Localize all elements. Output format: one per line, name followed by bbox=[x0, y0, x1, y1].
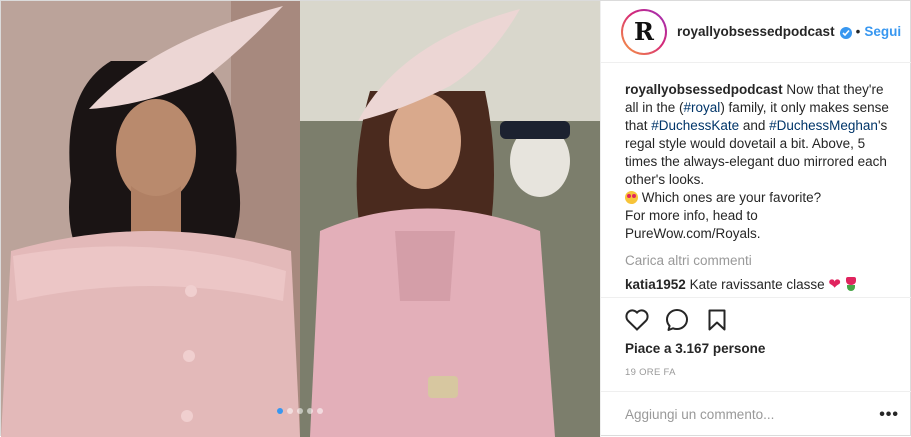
avatar[interactable]: R bbox=[621, 8, 667, 55]
comments-section: royallyobsessedpodcast Now that they're … bbox=[601, 63, 911, 291]
carousel-dot[interactable] bbox=[287, 408, 293, 414]
more-options-icon[interactable]: ••• bbox=[879, 406, 899, 424]
carousel-dot[interactable] bbox=[297, 408, 303, 414]
bookmark-icon[interactable] bbox=[703, 306, 731, 334]
follow-button[interactable]: Segui bbox=[864, 24, 901, 39]
likes-count[interactable]: Piace a 3.167 persone bbox=[625, 341, 765, 356]
hashtag-link[interactable]: #royal bbox=[684, 100, 721, 115]
post-sidebar: R royallyobsessedpodcast • Segui royally… bbox=[600, 1, 911, 437]
carousel-dot[interactable] bbox=[277, 408, 283, 414]
load-more-comments-link[interactable]: Carica altri commenti bbox=[625, 253, 895, 268]
hashtag-link[interactable]: #DuchessKate bbox=[651, 118, 739, 133]
post-caption: royallyobsessedpodcast Now that they're … bbox=[625, 82, 889, 241]
carousel-dot[interactable] bbox=[317, 408, 323, 414]
heart-eyes-emoji-icon bbox=[625, 191, 638, 204]
post-header: R royallyobsessedpodcast • Segui bbox=[601, 1, 911, 63]
comment-item: katia1952 Kate ravissante classe ❤ bbox=[625, 276, 895, 291]
comment-text: Kate ravissante classe bbox=[689, 277, 825, 291]
verified-badge-icon bbox=[839, 26, 852, 39]
red-heart-emoji-icon: ❤ bbox=[828, 276, 841, 291]
instagram-post: R royallyobsessedpodcast • Segui royally… bbox=[0, 0, 911, 437]
header-username[interactable]: royallyobsessedpodcast bbox=[677, 24, 835, 39]
post-media-carousel[interactable] bbox=[1, 1, 600, 437]
carousel-dot[interactable] bbox=[307, 408, 313, 414]
post-timestamp[interactable]: 19 ORE FA bbox=[625, 367, 676, 378]
comment-username[interactable]: katia1952 bbox=[625, 277, 686, 291]
avatar-logo: R bbox=[634, 17, 654, 46]
carousel-indicator bbox=[277, 408, 323, 414]
action-bar bbox=[601, 297, 911, 341]
hashtag-link[interactable]: #DuchessMeghan bbox=[769, 118, 878, 133]
photo-duchess-kate bbox=[300, 1, 600, 437]
caption-username[interactable]: royallyobsessedpodcast bbox=[625, 82, 783, 97]
heart-icon[interactable] bbox=[623, 306, 651, 334]
photo-duchess-meghan bbox=[1, 1, 300, 437]
comment-icon[interactable] bbox=[663, 306, 691, 334]
comment-input[interactable] bbox=[625, 407, 880, 422]
header-separator: • bbox=[855, 24, 861, 39]
tulip-emoji-icon bbox=[845, 277, 857, 291]
add-comment-bar: ••• bbox=[601, 391, 911, 437]
